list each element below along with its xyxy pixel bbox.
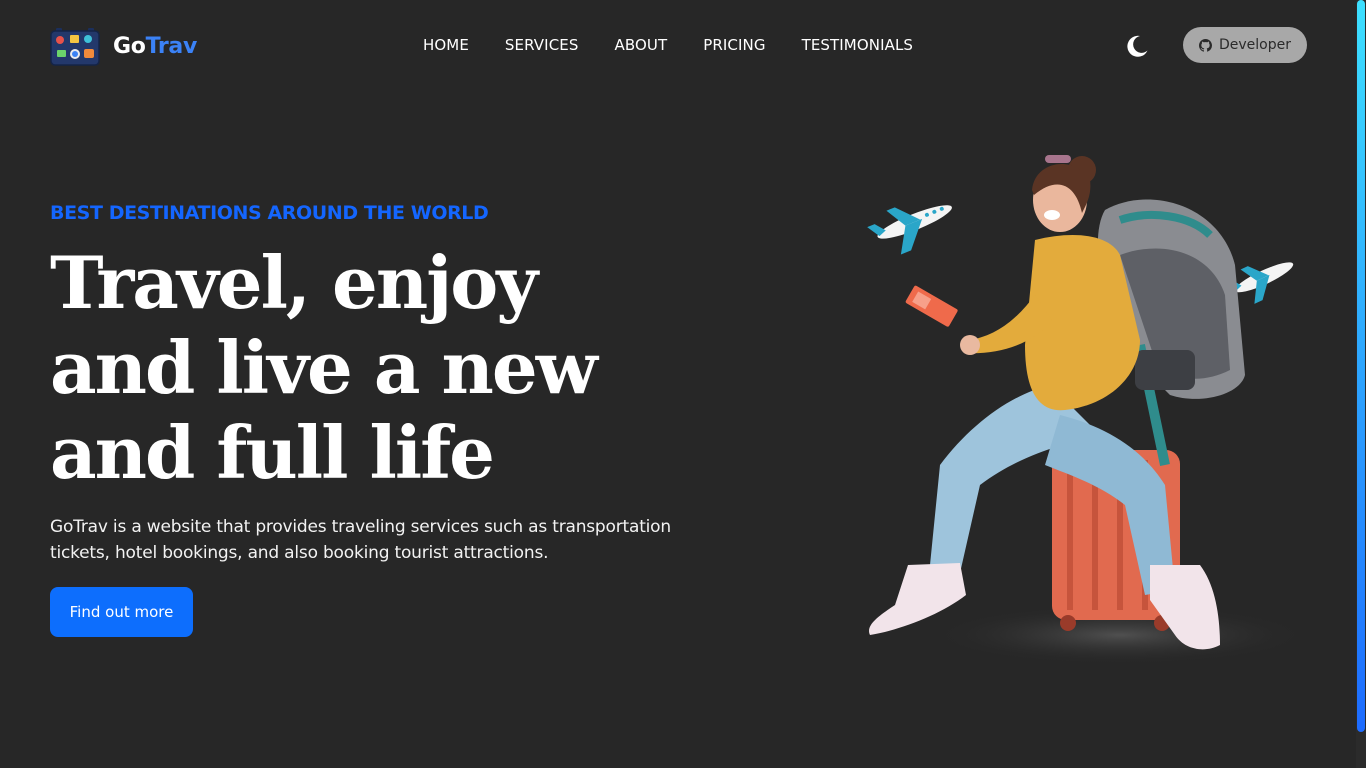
- brand-name-part1: Go: [113, 33, 146, 59]
- site-header: GoTrav HOME SERVICES ABOUT PRICING TESTI…: [0, 0, 1356, 92]
- nav-item-testimonials[interactable]: TESTIMONIALS: [802, 36, 913, 54]
- scrollbar-thumb[interactable]: [1357, 0, 1365, 732]
- suitcase-stickers-icon: [50, 28, 100, 66]
- brand-logo[interactable]: GoTrav: [50, 26, 197, 66]
- traveler-head: [1032, 155, 1096, 232]
- hero-title-line2: and live a new: [50, 325, 598, 410]
- moon-icon: [1127, 35, 1148, 57]
- hero-illustration: [867, 155, 1310, 665]
- theme-toggle-button[interactable]: [1124, 33, 1150, 59]
- nav-item-pricing[interactable]: PRICING: [703, 36, 765, 54]
- nav-item-services[interactable]: SERVICES: [505, 36, 579, 54]
- hero-eyebrow: BEST DESTINATIONS AROUND THE WORLD: [50, 202, 489, 224]
- airplane-left-icon: [867, 205, 952, 255]
- brand-name: GoTrav: [113, 34, 197, 59]
- page-scrollbar[interactable]: [1356, 0, 1366, 768]
- brand-name-part2: Trav: [145, 33, 198, 59]
- hero-title-line3: and full life: [50, 410, 495, 495]
- nav-item-home[interactable]: HOME: [423, 36, 469, 54]
- find-out-more-button[interactable]: Find out more: [50, 587, 193, 637]
- hero-description: GoTrav is a website that provides travel…: [50, 517, 671, 563]
- developer-button[interactable]: Developer: [1183, 27, 1307, 63]
- passport-icon: [905, 285, 958, 327]
- nav-item-about[interactable]: ABOUT: [614, 36, 667, 54]
- github-icon: [1198, 38, 1212, 52]
- hero-title-line1: Travel, enjoy: [50, 240, 538, 325]
- main-nav: HOME SERVICES ABOUT PRICING TESTIMONIALS: [423, 36, 913, 54]
- developer-button-label: Developer: [1218, 37, 1291, 53]
- hero-title: Travel, enjoy and live a new and full li…: [50, 240, 750, 495]
